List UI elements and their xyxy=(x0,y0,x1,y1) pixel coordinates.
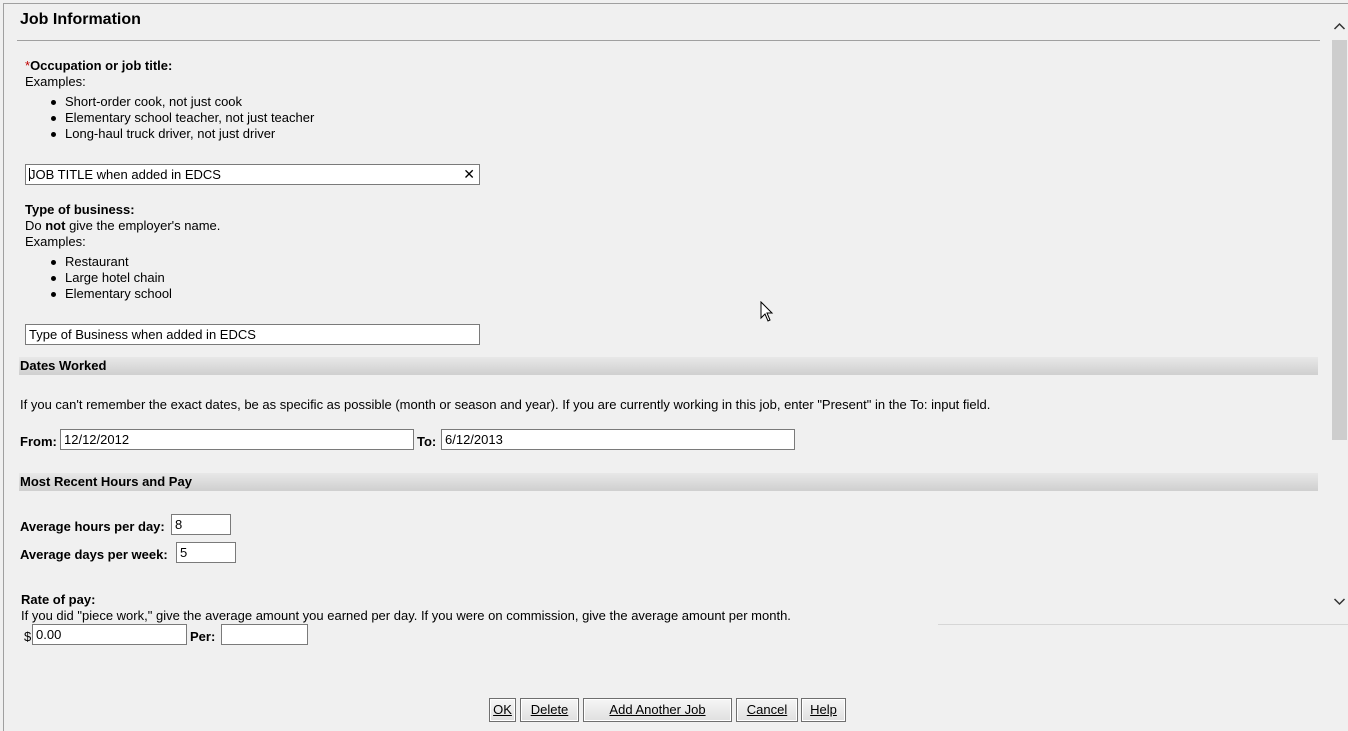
page-title: Job Information xyxy=(20,11,141,28)
from-date-input[interactable]: 12/12/2012 xyxy=(60,429,414,450)
text-caret xyxy=(29,168,30,181)
business-examples-list: Restaurant Large hotel chain Elementary … xyxy=(25,254,172,302)
dates-instructions: If you can't remember the exact dates, b… xyxy=(20,397,991,412)
business-note-prefix: Do xyxy=(25,218,46,233)
days-per-week-value: 5 xyxy=(180,545,188,560)
per-label: Per: xyxy=(190,629,216,644)
to-date-value: 6/12/2013 xyxy=(445,432,503,447)
list-item: Large hotel chain xyxy=(25,270,172,286)
add-another-job-button[interactable]: Add Another Job xyxy=(583,698,732,722)
rate-of-pay-value: 0.00 xyxy=(36,627,62,642)
delete-button[interactable]: Delete xyxy=(520,698,579,722)
chevron-down-icon[interactable] xyxy=(1332,594,1347,609)
ok-button[interactable]: OK xyxy=(489,698,516,722)
from-label: From: xyxy=(20,434,57,449)
section-header-hours-pay: Most Recent Hours and Pay xyxy=(19,473,1318,491)
occupation-examples-list: Short-order cook, not just cook Elementa… xyxy=(25,94,314,142)
list-item: Elementary school xyxy=(25,286,172,302)
hours-per-day-input[interactable]: 8 xyxy=(171,514,231,535)
hours-per-day-value: 8 xyxy=(175,517,183,532)
rate-of-pay-note: If you did "piece work," give the averag… xyxy=(21,608,791,623)
business-note: Do not give the employer's name. xyxy=(25,218,220,233)
business-label: Type of business: xyxy=(25,202,135,217)
to-date-input[interactable]: 6/12/2013 xyxy=(441,429,795,450)
occupation-label: Occupation or job title: xyxy=(30,58,173,73)
help-button[interactable]: Help xyxy=(801,698,846,722)
list-item: Restaurant xyxy=(25,254,172,270)
business-examples-label: Examples: xyxy=(25,234,86,249)
business-input[interactable]: Type of Business when added in EDCS xyxy=(25,324,480,345)
business-note-suffix: give the employer's name. xyxy=(65,218,221,233)
close-icon[interactable]: ✕ xyxy=(463,165,475,184)
rate-of-pay-label: Rate of pay: xyxy=(21,592,96,607)
per-period-select[interactable] xyxy=(221,624,308,645)
rate-of-pay-input[interactable]: 0.00 xyxy=(32,624,187,645)
occupation-examples-label: Examples: xyxy=(25,74,86,89)
occupation-label-row: *Occupation or job title: xyxy=(25,58,172,73)
chevron-up-icon[interactable] xyxy=(1332,19,1347,34)
hours-per-day-label: Average hours per day: xyxy=(20,519,165,534)
section-header-dates: Dates Worked xyxy=(19,357,1318,375)
currency-symbol: $ xyxy=(24,629,32,644)
list-item: Short-order cook, not just cook xyxy=(25,94,314,110)
title-divider xyxy=(17,40,1320,41)
cancel-button[interactable]: Cancel xyxy=(736,698,798,722)
scrollbar-thumb[interactable] xyxy=(1332,40,1347,440)
business-input-value: Type of Business when added in EDCS xyxy=(29,327,256,342)
list-item: Long-haul truck driver, not just driver xyxy=(25,126,314,142)
occupation-input[interactable]: JOB TITLE when added in EDCS ✕ xyxy=(25,164,480,185)
days-per-week-input[interactable]: 5 xyxy=(176,542,236,563)
to-label: To: xyxy=(417,434,437,449)
list-item: Elementary school teacher, not just teac… xyxy=(25,110,314,126)
cursor-icon xyxy=(760,301,774,322)
days-per-week-label: Average days per week: xyxy=(20,547,168,562)
from-date-value: 12/12/2012 xyxy=(64,432,130,447)
divider-line xyxy=(938,624,1348,625)
business-note-bold: not xyxy=(45,218,66,233)
occupation-input-value: JOB TITLE when added in EDCS xyxy=(29,167,221,182)
